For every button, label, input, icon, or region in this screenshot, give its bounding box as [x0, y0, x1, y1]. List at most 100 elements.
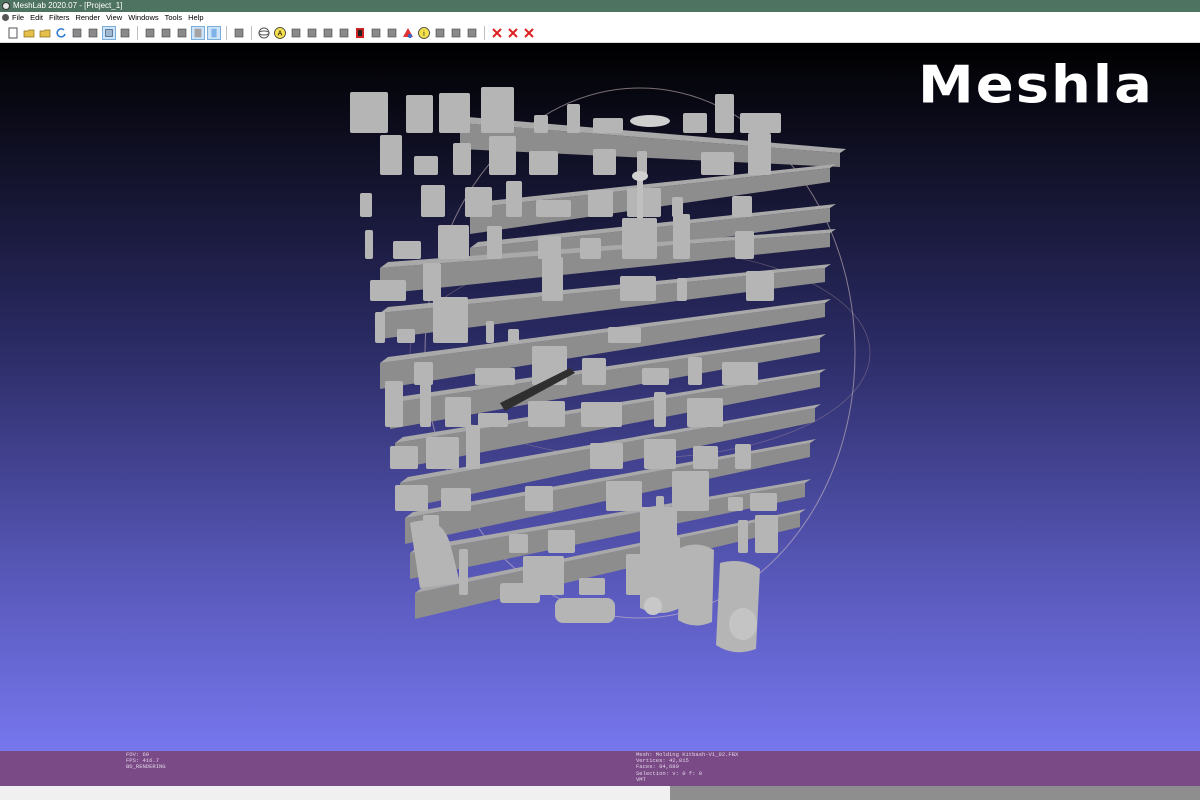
molding-profile: [722, 362, 758, 385]
menu-help[interactable]: Help: [188, 12, 203, 23]
molding-profile: [622, 218, 657, 259]
select-cursor-icon[interactable]: [465, 26, 479, 40]
molding-profile: [360, 193, 372, 217]
molding-profile: [677, 278, 687, 301]
molding-profile: [393, 241, 421, 259]
new-project-icon[interactable]: [6, 26, 20, 40]
molding-profile: [538, 236, 561, 259]
menu-filters[interactable]: Filters: [49, 12, 69, 23]
molding-profile: [620, 276, 656, 301]
molding-profile: [593, 118, 623, 133]
reload-icon[interactable]: [54, 26, 68, 40]
molding-profile: [715, 94, 734, 133]
molding-profile: [548, 530, 575, 553]
molding-profile: [627, 188, 661, 217]
flat-icon[interactable]: [191, 25, 205, 40]
molding-profile: [755, 515, 778, 553]
molding-knob: [630, 115, 670, 127]
molding-profile: [481, 87, 514, 133]
molding-profile: [466, 425, 480, 469]
status-bar: [0, 786, 1200, 800]
molding-profile: [701, 152, 734, 175]
molding-profile: [365, 230, 373, 259]
molding-profile: [453, 143, 471, 175]
molding-profile: [439, 93, 470, 133]
molding-profile: [406, 95, 433, 133]
smooth-icon[interactable]: [207, 25, 221, 40]
molding-profile: [380, 135, 402, 175]
menu-bar: File Edit Filters Render View Windows Tools Hel…: [0, 12, 1200, 23]
menu-tools[interactable]: Tools: [165, 12, 183, 23]
molding-profile: [555, 598, 615, 623]
screenshot-icon[interactable]: [86, 26, 100, 40]
wireframe-icon[interactable]: [175, 26, 189, 40]
molding-profile: [508, 329, 519, 343]
molding-profile: [642, 368, 669, 385]
delete-all-icon[interactable]: [522, 26, 536, 40]
select-faces-icon[interactable]: [369, 26, 383, 40]
lighting-icon[interactable]: [232, 26, 246, 40]
meshlab-app-icon: [2, 2, 10, 10]
align-icon[interactable]: [449, 26, 463, 40]
molding-profile: [426, 437, 459, 469]
info-icon[interactable]: i: [417, 26, 431, 40]
molding-profile: [506, 181, 522, 217]
mesh-info: Mesh: Molding Kitbash-V1_02.FBX Vertices:…: [636, 751, 738, 783]
status-bar-segment: [670, 786, 1200, 800]
molding-profile: [729, 608, 757, 640]
svg-text:i: i: [423, 29, 425, 37]
molding-profile: [608, 327, 641, 343]
molding-profile: [525, 486, 553, 511]
raster-icon[interactable]: [118, 26, 132, 40]
system-menu-icon[interactable]: [2, 14, 9, 21]
molding-profile: [580, 238, 601, 259]
menu-file[interactable]: File: [12, 12, 24, 23]
layer-dialog-icon[interactable]: [102, 25, 116, 40]
molding-profile: [735, 444, 751, 469]
molding-profile: [683, 113, 707, 133]
molding-profile: [420, 384, 431, 427]
molding-profile: [732, 196, 752, 217]
save-snapshot-icon[interactable]: [70, 26, 84, 40]
3d-viewport[interactable]: Meshla: [0, 43, 1200, 751]
select-vertex-icon[interactable]: [321, 26, 335, 40]
toolbar-separator: [484, 25, 485, 40]
molding-knob: [637, 178, 643, 218]
red-tool-icon[interactable]: [353, 26, 367, 40]
molding-profile: [534, 115, 548, 133]
bounding-box-icon[interactable]: [143, 26, 157, 40]
menu-edit[interactable]: Edit: [30, 12, 43, 23]
molding-profile: [478, 413, 508, 427]
molding-profile: [397, 329, 415, 343]
brush-icon[interactable]: [337, 26, 351, 40]
svg-text:A: A: [278, 30, 283, 37]
menu-windows[interactable]: Windows: [128, 12, 158, 23]
delete-faces-icon[interactable]: [506, 26, 520, 40]
molding-profile: [528, 401, 565, 427]
points-icon[interactable]: [159, 26, 173, 40]
color-tool-icon[interactable]: [401, 26, 415, 40]
annotation-a-icon[interactable]: A: [273, 26, 287, 40]
pick-points-icon[interactable]: [433, 26, 447, 40]
menu-render[interactable]: Render: [75, 12, 100, 23]
menu-view[interactable]: View: [106, 12, 122, 23]
molding-profile: [748, 133, 771, 175]
render-info: FOV: 60 FPS: 416.7 BO_RENDERING: [126, 751, 166, 771]
mesh-render[interactable]: [0, 43, 1200, 751]
molding-profile: [593, 149, 616, 175]
trackball-icon[interactable]: [257, 26, 271, 40]
paint-icon[interactable]: [305, 26, 319, 40]
molding-profile: [465, 187, 492, 217]
molding-profile: [678, 544, 714, 626]
open-project-icon[interactable]: [22, 26, 36, 40]
toolbar-separator: [226, 25, 227, 40]
molding-profile: [414, 156, 438, 175]
axes-icon[interactable]: [289, 26, 303, 40]
molding-profile: [542, 257, 563, 301]
molding-profile: [395, 485, 428, 511]
open-folder-icon[interactable]: [38, 26, 52, 40]
measure-icon[interactable]: [385, 26, 399, 40]
delete-vertices-icon[interactable]: [490, 26, 504, 40]
molding-profile: [421, 185, 445, 217]
molding-profile: [582, 358, 606, 385]
